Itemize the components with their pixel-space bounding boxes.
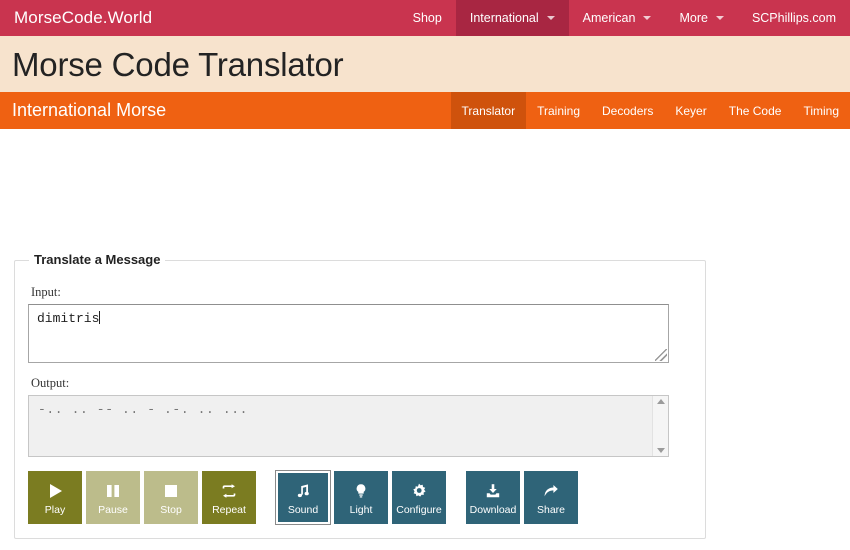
scroll-down-icon[interactable] xyxy=(656,448,665,453)
repeat-icon xyxy=(220,480,238,502)
sub-nav-list: Translator Training Decoders Keyer The C… xyxy=(450,92,850,129)
sub-nav-label: Training xyxy=(537,103,581,118)
light-button[interactable]: Light xyxy=(334,471,388,524)
sub-nav-label: Decoders xyxy=(602,103,654,118)
button-label: Light xyxy=(349,503,373,516)
input-textarea[interactable]: dimitris xyxy=(28,304,669,363)
output-scrollbar[interactable] xyxy=(652,396,668,456)
chevron-down-icon xyxy=(715,16,724,20)
sub-nav-item-decoders[interactable]: Decoders xyxy=(591,92,664,129)
top-navigation-bar: MorseCode.World Shop International Ameri… xyxy=(0,0,850,36)
sub-nav-item-training[interactable]: Training xyxy=(526,92,591,129)
gear-icon xyxy=(410,480,428,502)
sub-nav-item-timing[interactable]: Timing xyxy=(792,92,850,129)
sub-nav-item-keyer[interactable]: Keyer xyxy=(664,92,717,129)
page-title: Morse Code Translator xyxy=(12,45,344,83)
chevron-down-icon xyxy=(643,16,652,20)
resize-handle[interactable] xyxy=(655,349,667,361)
button-toolbar: Play Pause Stop Repeat Sound Light Confi… xyxy=(28,471,692,524)
sub-nav-label: Translator xyxy=(461,103,516,118)
top-nav-label: American xyxy=(582,11,636,25)
play-button[interactable]: Play xyxy=(28,471,82,524)
pause-button[interactable]: Pause xyxy=(86,471,140,524)
sub-nav-item-translator[interactable]: Translator xyxy=(450,92,527,129)
sub-nav-item-the-code[interactable]: The Code xyxy=(718,92,793,129)
pause-icon xyxy=(104,480,122,502)
top-nav-item-american[interactable]: American xyxy=(569,0,666,36)
top-nav-label: International xyxy=(469,11,539,25)
output-value: -.. .. -- .. - .-. .. ... xyxy=(38,402,249,417)
main-content: Translate a Message Input: dimitris Outp… xyxy=(0,129,850,550)
sub-nav-label: The Code xyxy=(728,103,782,118)
site-brand[interactable]: MorseCode.World xyxy=(0,0,152,36)
sound-button[interactable]: Sound xyxy=(276,471,330,524)
button-label: Pause xyxy=(98,503,128,516)
configure-button[interactable]: Configure xyxy=(392,471,446,524)
page-title-band: Morse Code Translator xyxy=(0,36,850,92)
repeat-button[interactable]: Repeat xyxy=(202,471,256,524)
button-label: Play xyxy=(44,503,66,516)
button-label: Stop xyxy=(160,503,182,516)
top-nav-label: Shop xyxy=(412,11,442,25)
top-nav-label: SCPhillips.com xyxy=(751,11,836,25)
button-label: Share xyxy=(536,503,566,516)
top-nav-item-international[interactable]: International xyxy=(455,0,569,36)
top-nav-item-scphillips[interactable]: SCPhillips.com xyxy=(738,0,850,36)
share-button[interactable]: Share xyxy=(524,471,578,524)
lightbulb-icon xyxy=(352,480,370,502)
top-nav-item-shop[interactable]: Shop xyxy=(399,0,456,36)
download-icon xyxy=(484,480,502,502)
download-button[interactable]: Download xyxy=(466,471,520,524)
translate-panel: Translate a Message Input: dimitris Outp… xyxy=(14,252,706,539)
top-nav-list: Shop International American More SCPhill… xyxy=(399,0,850,36)
button-label: Configure xyxy=(396,503,442,516)
music-note-icon xyxy=(294,480,312,502)
text-cursor xyxy=(99,311,101,324)
stop-button[interactable]: Stop xyxy=(144,471,198,524)
button-label: Repeat xyxy=(212,503,246,516)
sub-nav-label: Keyer xyxy=(675,103,707,118)
section-title: International Morse xyxy=(12,100,167,120)
button-label: Download xyxy=(469,503,517,516)
stop-icon xyxy=(162,480,180,502)
input-value: dimitris xyxy=(37,311,100,326)
play-icon xyxy=(46,480,64,502)
button-label: Sound xyxy=(287,503,319,516)
top-nav-label: More xyxy=(679,11,708,25)
share-icon xyxy=(542,480,560,502)
output-textarea[interactable]: -.. .. -- .. - .-. .. ... xyxy=(28,395,669,457)
scroll-up-icon[interactable] xyxy=(656,399,665,404)
panel-legend: Translate a Message xyxy=(29,252,166,267)
output-label: Output: xyxy=(31,376,70,390)
top-nav-item-more[interactable]: More xyxy=(665,0,737,36)
sub-nav-label: Timing xyxy=(803,103,839,118)
input-label: Input: xyxy=(31,285,61,299)
chevron-down-icon xyxy=(546,16,555,20)
sub-navigation-bar: International Morse Translator Training … xyxy=(0,92,850,129)
